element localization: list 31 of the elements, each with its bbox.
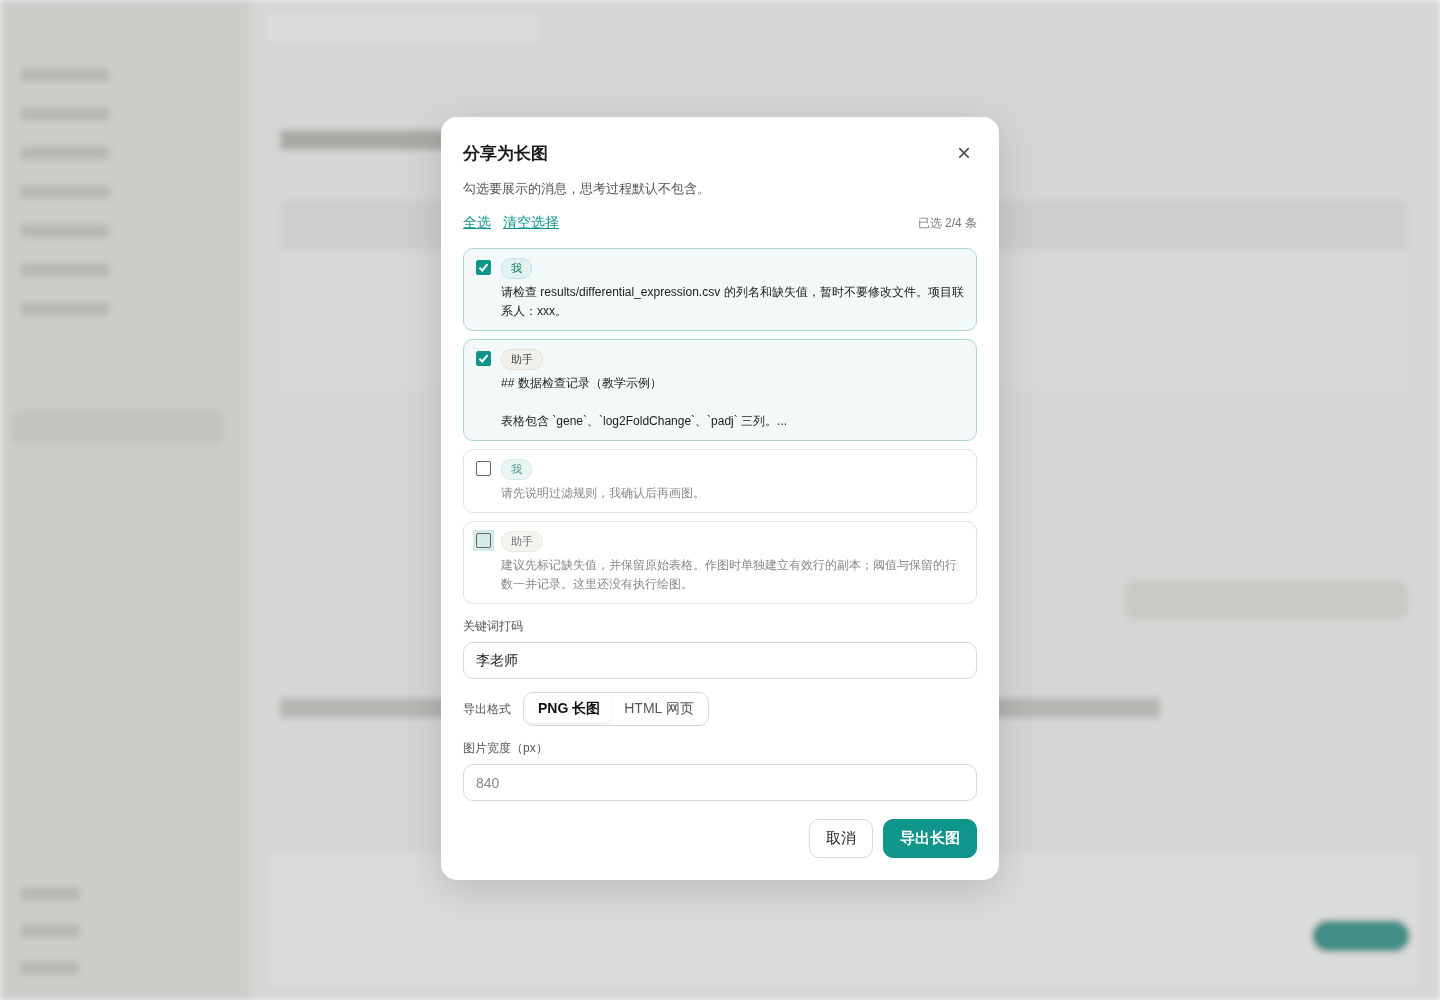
field-label: 关键词打码 bbox=[463, 618, 524, 635]
message-text: 请先说明过滤规则，我确认后再画图。 bbox=[501, 485, 706, 502]
selected-count: 已选 2/4 条 bbox=[917, 214, 977, 232]
role-tag: 助手 bbox=[501, 349, 543, 370]
message-option[interactable]: 我 请检查 results/differential_expression.csv 的列名和缺失值，暂时不要修改文件。项目联系人：xxx。 bbox=[463, 248, 977, 331]
format-option[interactable]: PNG 长图 bbox=[526, 695, 613, 723]
keyword-field[interactable]: 李老师 bbox=[463, 642, 977, 679]
checkbox[interactable] bbox=[476, 260, 491, 275]
checkbox[interactable] bbox=[476, 461, 491, 476]
message-option[interactable]: 助手 ## 数据检查记录（教学示例） 表格包含 `gene`、`log2FoldChange`、`padj` 三列。... bbox=[463, 339, 977, 441]
width-field[interactable]: 840 bbox=[463, 764, 977, 801]
cancel-button[interactable]: 取消 bbox=[809, 819, 873, 858]
dialog-hint: 勾选要展示的消息，思考过程默认不包含。 bbox=[463, 181, 711, 198]
format-option[interactable]: HTML 网页 bbox=[612, 695, 706, 723]
message-option[interactable]: 助手 建议先标记缺失值，并保留原始表格。作图时单独建立有效行的副本；阈值与保留的行数一并记录。这里还没有执行绘图。 bbox=[463, 521, 977, 604]
field-label: 导出格式 bbox=[463, 700, 511, 718]
role-tag: 我 bbox=[501, 459, 532, 480]
message-text: ## 数据检查记录（教学示例） bbox=[501, 375, 663, 392]
dialog-title: 分享为长图 bbox=[463, 142, 548, 165]
message-text: 请检查 results/differential_expression.csv 的列名和缺失值，暂时不要修改文件。项目联系人：xxx。 bbox=[501, 284, 964, 320]
selection-link[interactable]: 清空选择 bbox=[503, 214, 559, 232]
checkbox[interactable] bbox=[476, 351, 491, 366]
close-button[interactable]: × bbox=[951, 141, 977, 165]
role-tag: 助手 bbox=[501, 531, 543, 552]
message-option[interactable]: 我 请先说明过滤规则，我确认后再画图。 bbox=[463, 449, 977, 513]
message-text: 建议先标记缺失值，并保留原始表格。作图时单独建立有效行的副本；阈值与保留的行数一并记录。这里还没有执行绘图。 bbox=[501, 557, 958, 593]
message-text: 表格包含 `gene`、`log2FoldChange`、`padj` 三列。... bbox=[501, 413, 789, 430]
field-label: 图片宽度（px） bbox=[463, 740, 549, 757]
role-tag: 我 bbox=[501, 258, 532, 279]
export-button[interactable]: 导出长图 bbox=[883, 819, 977, 858]
selection-link[interactable]: 全选 bbox=[463, 214, 491, 232]
